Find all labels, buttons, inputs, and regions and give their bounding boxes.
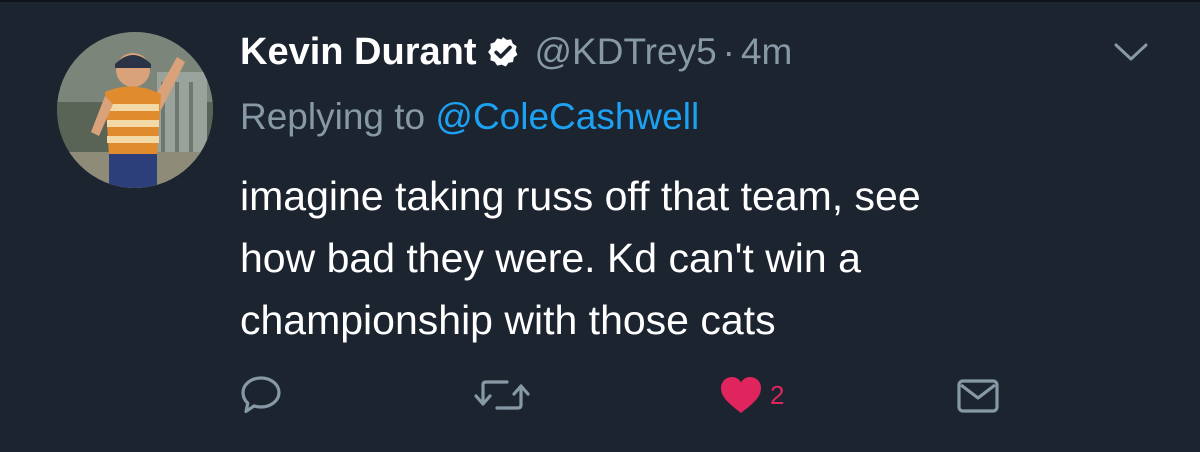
speech-bubble-icon (241, 376, 281, 414)
direct-message-button[interactable] (954, 373, 1002, 417)
author-handle[interactable]: @KDTrey5 (534, 31, 716, 73)
display-name[interactable]: Kevin Durant (240, 31, 476, 74)
like-count: 2 (770, 379, 785, 410)
retweet-icon (474, 380, 530, 410)
heart-icon (721, 377, 761, 413)
replying-to-label: Replying to (240, 96, 426, 137)
tweet-text-line: imagine taking russ off that team, see (240, 173, 921, 219)
like-button[interactable]: 2 (718, 373, 784, 417)
avatar[interactable] (57, 32, 213, 188)
profile-photo (57, 32, 213, 188)
retweet-button[interactable] (473, 373, 531, 417)
timestamp[interactable]: 4m (741, 31, 792, 73)
reply-button[interactable] (238, 373, 284, 417)
separator-dot: · (722, 31, 735, 72)
replying-to: Replying to @ColeCashwell (240, 96, 699, 138)
envelope-icon (957, 379, 999, 413)
chevron-down-icon[interactable] (1112, 40, 1150, 64)
reply-mention-link[interactable]: @ColeCashwell (435, 96, 699, 137)
tweet-text: imagine taking russ off that team, see h… (240, 165, 1140, 351)
top-divider (0, 0, 1200, 2)
tweet-text-line: championship with those cats (240, 297, 776, 343)
tweet-header: Kevin Durant @KDTrey5 · 4m (240, 27, 792, 77)
verified-badge-icon (486, 35, 520, 69)
tweet-text-line: how bad they were. Kd can't win a (240, 235, 861, 281)
